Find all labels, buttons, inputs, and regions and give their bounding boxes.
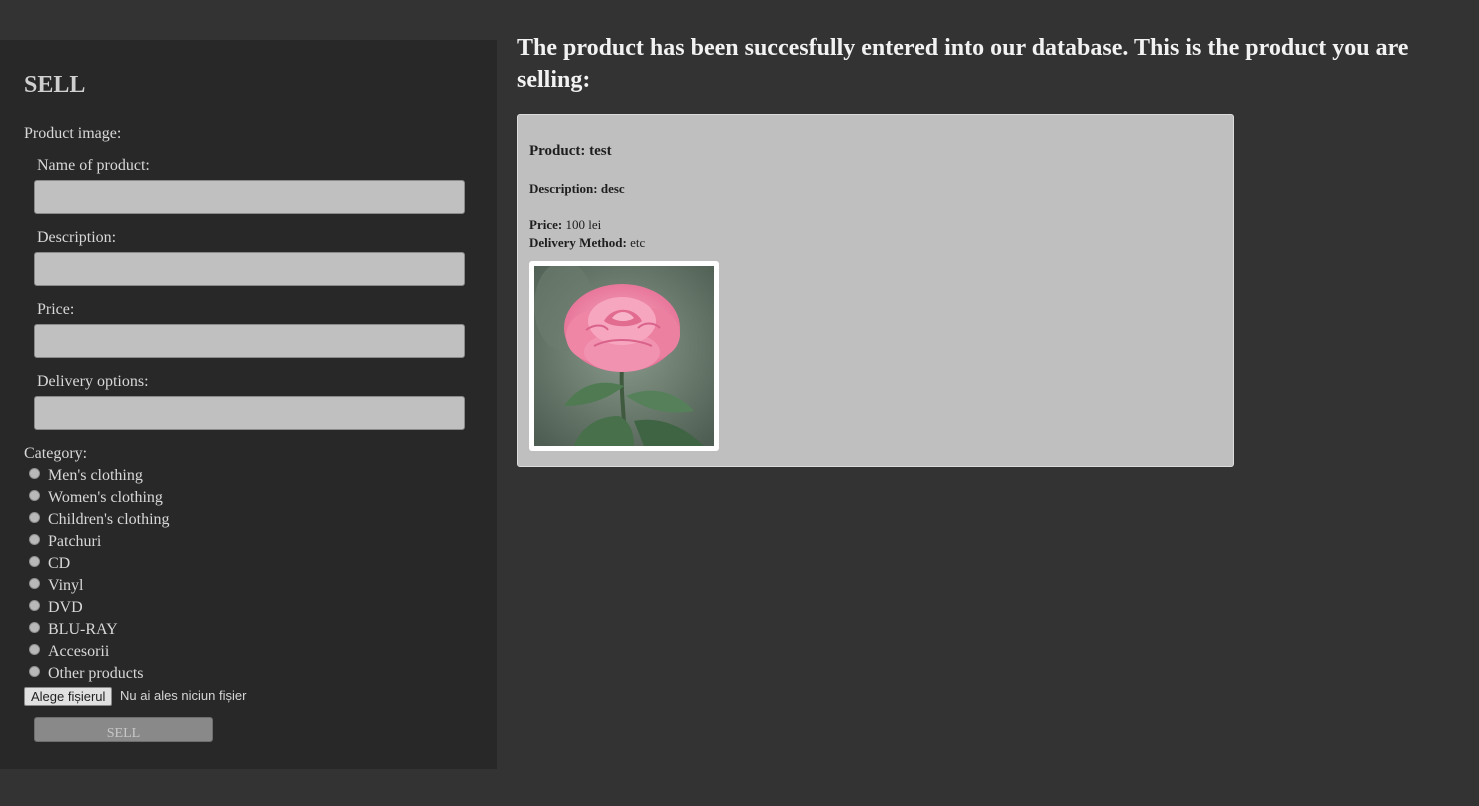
product-line: Product: test xyxy=(529,143,612,160)
sell-submit-button[interactable]: SELL xyxy=(34,717,213,742)
category-option-patchuri[interactable]: Patchuri xyxy=(29,532,101,552)
delivery-options-label: Delivery options: xyxy=(37,373,149,390)
category-option-label: Patchuri xyxy=(48,533,102,550)
radio-button[interactable] xyxy=(29,511,40,523)
description-line: Description: desc xyxy=(529,181,625,197)
product-photo xyxy=(529,261,719,451)
success-heading: The product has been succesfully entered… xyxy=(517,35,1409,93)
product-label: Product: xyxy=(529,143,586,159)
price-label: Price: xyxy=(37,301,75,318)
price-input[interactable] xyxy=(34,324,465,358)
description-input[interactable] xyxy=(34,252,465,286)
category-option-label: Other products xyxy=(48,665,144,682)
radio-button[interactable] xyxy=(29,621,40,633)
product-value: test xyxy=(589,143,612,159)
category-option-label: Men's clothing xyxy=(48,467,143,484)
file-status-text: Nu ai ales niciun fișier xyxy=(120,688,247,703)
radio-button[interactable] xyxy=(29,599,40,611)
category-option-label: DVD xyxy=(48,599,83,616)
category-option-mens-clothing[interactable]: Men's clothing xyxy=(29,466,143,486)
category-option-blu-ray[interactable]: BLU-RAY xyxy=(29,620,118,640)
radio-button[interactable] xyxy=(29,643,40,655)
product-image-label: Product image: xyxy=(24,125,122,142)
product-name-label: Name of product: xyxy=(37,157,150,174)
category-label: Category: xyxy=(24,445,88,462)
category-option-childrens-clothing[interactable]: Children's clothing xyxy=(29,510,170,530)
delivery-method-value: etc xyxy=(630,235,646,250)
radio-button[interactable] xyxy=(29,467,40,479)
category-option-other-products[interactable]: Other products xyxy=(29,664,144,684)
pink-rose-photo-icon xyxy=(534,266,714,446)
category-option-label: Accesorii xyxy=(48,643,110,660)
description-label: Description: xyxy=(529,181,598,196)
product-card: Product: test Description: desc Price: 1… xyxy=(517,114,1234,467)
description-label: Description: xyxy=(37,229,117,246)
price-label: Price: xyxy=(529,217,563,232)
category-option-vinyl[interactable]: Vinyl xyxy=(29,576,83,596)
category-option-womens-clothing[interactable]: Women's clothing xyxy=(29,488,163,508)
category-option-label: Vinyl xyxy=(48,577,84,594)
delivery-method-label: Delivery Method: xyxy=(529,235,627,250)
sell-form-title: SELL xyxy=(24,72,86,98)
choose-file-button[interactable]: Alege fișierul xyxy=(24,687,113,706)
radio-button[interactable] xyxy=(29,577,40,589)
category-option-label: Women's clothing xyxy=(48,489,163,506)
category-option-accesorii[interactable]: Accesorii xyxy=(29,642,109,662)
category-option-label: CD xyxy=(48,555,71,572)
delivery-method-line: Delivery Method: etc xyxy=(529,235,645,251)
radio-button[interactable] xyxy=(29,555,40,567)
category-option-dvd[interactable]: DVD xyxy=(29,598,83,618)
radio-button[interactable] xyxy=(29,489,40,501)
category-option-label: Children's clothing xyxy=(48,511,170,528)
delivery-options-input[interactable] xyxy=(34,396,465,430)
product-name-input[interactable] xyxy=(34,180,465,214)
category-option-label: BLU-RAY xyxy=(48,621,118,638)
price-value: 100 lei xyxy=(565,217,602,232)
radio-button[interactable] xyxy=(29,665,40,677)
description-value: desc xyxy=(600,181,625,196)
price-line: Price: 100 lei xyxy=(529,217,601,233)
category-option-cd[interactable]: CD xyxy=(29,554,70,574)
radio-button[interactable] xyxy=(29,533,40,545)
